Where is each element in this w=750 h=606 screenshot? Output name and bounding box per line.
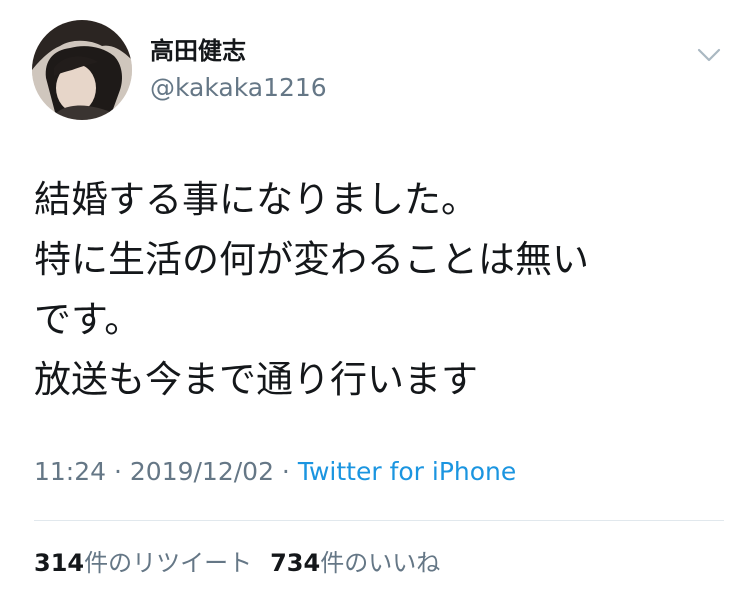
- retweets-stat[interactable]: 314件のリツイート: [34, 549, 252, 577]
- display-name[interactable]: 高田健志: [150, 36, 246, 66]
- chevron-down-icon[interactable]: [694, 40, 724, 70]
- tweet-meta: 11:24 · 2019/12/02 · Twitter for iPhone: [34, 455, 516, 489]
- meta-separator: ·: [106, 457, 130, 486]
- tweet-line: です。: [34, 298, 142, 341]
- tweet-time[interactable]: 11:24: [34, 457, 106, 486]
- retweets-label: 件のリツイート: [84, 549, 253, 577]
- meta-separator: ·: [273, 457, 298, 486]
- tweet-stats: 314件のリツイート 734件のいいね: [34, 546, 440, 580]
- tweet-date[interactable]: 2019/12/02: [130, 457, 274, 486]
- avatar-photo: [32, 20, 132, 120]
- likes-label: 件のいいね: [320, 549, 441, 577]
- likes-count: 734: [270, 549, 321, 577]
- tweet-line: 結婚する事になりました。: [34, 178, 478, 221]
- divider: [34, 520, 724, 521]
- tweet-source-link[interactable]: Twitter for iPhone: [298, 457, 516, 486]
- retweets-count: 314: [34, 549, 85, 577]
- avatar[interactable]: [32, 20, 132, 120]
- tweet-line: 特に生活の何が変わることは無い: [34, 238, 589, 281]
- user-handle[interactable]: @kakaka1216: [150, 72, 327, 104]
- tweet-text: 結婚する事になりました。 特に生活の何が変わることは無い です。 放送も今まで通…: [34, 170, 724, 410]
- likes-stat[interactable]: 734件のいいね: [270, 549, 440, 577]
- tweet-line: 放送も今まで通り行います: [34, 358, 478, 401]
